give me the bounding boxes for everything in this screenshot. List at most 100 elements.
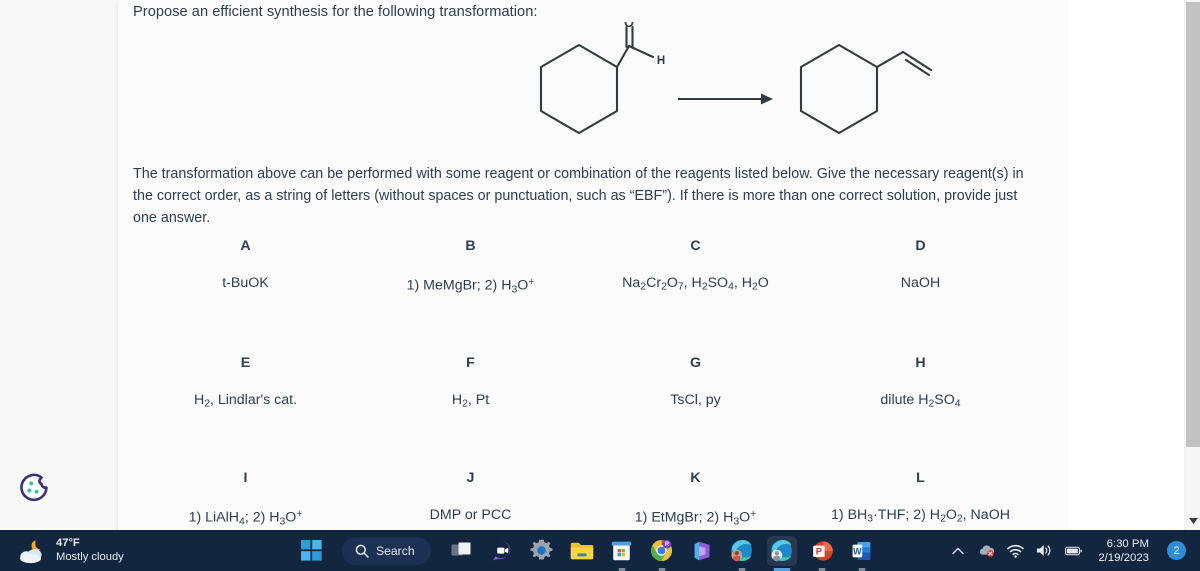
onedrive-status-button[interactable] <box>978 542 995 559</box>
reagent-text-l: 1) BH3·THF; 2) H2O2, NaOH <box>831 506 1010 525</box>
gear-icon <box>530 539 553 560</box>
running-indicator <box>618 567 626 571</box>
search-button[interactable]: Search <box>342 536 431 565</box>
running-indicator <box>773 567 791 571</box>
reagent-option-h: H dilute H2SO4 <box>808 352 1033 416</box>
page-scrollbar[interactable] <box>1184 0 1200 530</box>
reagent-row-1: A t-BuOK B 1) MeMgBr; 2) H3O+ C Na2Cr2O7… <box>133 235 1033 301</box>
partly-cloudy-night-icon <box>20 539 42 563</box>
reagent-letter-a: A <box>240 238 251 254</box>
chrome-button[interactable]: R <box>647 536 677 571</box>
word-icon: W <box>852 541 871 560</box>
edge-active-button[interactable] <box>766 535 797 571</box>
wifi-icon <box>1007 544 1025 558</box>
reagent-row-2: E H2, Lindlar's cat. F H2, Pt G TsCl, py… <box>133 352 1033 416</box>
reagent-option-g: G TsCl, py <box>583 352 808 416</box>
running-indicator <box>818 567 826 571</box>
store-icon <box>611 541 632 561</box>
reagent-option-f: F H2, Pt <box>358 352 583 416</box>
svg-text:R: R <box>665 542 670 548</box>
reagent-letter-g: G <box>689 355 702 372</box>
reagent-letter-b: B <box>465 238 476 254</box>
reagent-text-g: TsCl, py <box>670 392 721 409</box>
reagent-letter-i: I <box>243 469 248 486</box>
powerpoint-button[interactable]: P <box>807 536 837 571</box>
edge-icon <box>731 540 753 562</box>
reagent-option-k: K 1) EtMgBr; 2) H3O+ <box>583 467 808 533</box>
reagent-option-j: J DMP or PCC <box>358 467 583 533</box>
onedrive-error-icon <box>980 545 995 557</box>
system-tray: 6:30 PM 2/19/2023 2 <box>949 530 1192 571</box>
screen: Propose an efficient synthesis for the f… <box>0 0 1200 571</box>
tray-overflow-button[interactable] <box>949 542 966 559</box>
reaction-arrow-icon <box>678 93 773 105</box>
reaction-scheme-svg: O H <box>539 22 933 135</box>
page-right-gutter <box>1068 0 1172 530</box>
reagent-option-a: A t-BuOK <box>133 235 358 301</box>
reagent-letter-e: E <box>240 355 251 372</box>
chevron-down-icon <box>1188 518 1198 524</box>
reagent-grid: A t-BuOK B 1) MeMgBr; 2) H3O+ C Na2Cr2O7… <box>133 235 1033 533</box>
reagent-letter-j: J <box>466 469 475 486</box>
search-label: Search <box>376 543 415 558</box>
wifi-button[interactable] <box>1007 542 1025 559</box>
question-title: Propose an efficient synthesis for the f… <box>133 4 538 20</box>
search-icon <box>355 544 369 558</box>
running-indicator <box>738 567 746 571</box>
svg-text:W: W <box>853 546 862 556</box>
powerpoint-icon: P <box>812 540 833 561</box>
reagent-option-d: D NaOH <box>808 235 1033 301</box>
office-icon <box>694 541 710 560</box>
windows-logo-icon <box>300 540 322 561</box>
document-content: Propose an efficient synthesis for the f… <box>133 0 1058 530</box>
notification-badge[interactable]: 2 <box>1167 541 1186 560</box>
folder-icon <box>570 542 593 559</box>
office-button[interactable] <box>687 536 717 566</box>
chat-button[interactable] <box>487 536 517 566</box>
reagent-text-d: NaOH <box>900 275 941 291</box>
scrollbar-thumb[interactable] <box>1186 2 1200 447</box>
weather-text: 47°F Mostly cloudy <box>56 537 124 564</box>
reagent-text-h: dilute H2SO4 <box>880 392 961 410</box>
aldehyde-hydrogen-label: H <box>657 55 665 67</box>
start-button[interactable] <box>296 536 326 566</box>
reagent-text-a: t-BuOK <box>222 275 269 291</box>
file-explorer-button[interactable] <box>567 536 597 566</box>
edge-button[interactable] <box>727 536 757 571</box>
scrollbar-down-button[interactable] <box>1185 514 1200 528</box>
running-indicator <box>858 567 866 571</box>
chrome-icon: R <box>651 539 673 561</box>
edge-icon <box>771 540 793 562</box>
reagent-text-k: 1) EtMgBr; 2) H3O+ <box>634 508 757 528</box>
reagent-letter-c: C <box>690 238 701 254</box>
speaker-icon <box>1037 545 1051 556</box>
reagent-option-e: E H2, Lindlar's cat. <box>133 352 358 416</box>
volume-button[interactable] <box>1036 542 1053 559</box>
task-view-icon <box>451 542 471 556</box>
word-button[interactable]: W <box>847 536 877 571</box>
chat-icon <box>492 541 510 560</box>
settings-button[interactable] <box>527 536 557 566</box>
reagent-text-j: DMP or PCC <box>429 506 512 523</box>
reagent-letter-h: H <box>915 355 926 372</box>
clock-time: 6:30 PM <box>1106 537 1149 550</box>
reagent-text-b: 1) MeMgBr; 2) H3O+ <box>406 277 535 296</box>
reagent-option-b: B 1) MeMgBr; 2) H3O+ <box>358 235 583 301</box>
microsoft-store-button[interactable] <box>607 536 637 571</box>
windows-taskbar: 47°F Mostly cloudy Search R P W 6:30 PM … <box>0 530 1200 571</box>
reagent-letter-l: L <box>916 469 925 486</box>
battery-icon <box>1065 546 1083 555</box>
taskbar-clock[interactable]: 6:30 PM 2/19/2023 <box>1098 537 1149 565</box>
clock-date: 2/19/2023 <box>1098 551 1149 564</box>
task-view-button[interactable] <box>447 536 477 566</box>
cookie-icon <box>20 473 48 502</box>
taskbar-weather-widget[interactable]: 47°F Mostly cloudy <box>18 530 188 571</box>
battery-button[interactable] <box>1065 542 1083 559</box>
reagent-option-i: I 1) LiAlH4; 2) H3O+ <box>133 467 358 533</box>
running-indicator <box>658 567 666 571</box>
reagent-text-f: H2, Pt <box>451 392 490 410</box>
cookie-consent-button[interactable] <box>12 468 54 510</box>
reagent-letter-k: K <box>690 469 701 486</box>
page-left-gutter <box>0 0 118 530</box>
weather-temperature: 47°F <box>56 537 80 549</box>
